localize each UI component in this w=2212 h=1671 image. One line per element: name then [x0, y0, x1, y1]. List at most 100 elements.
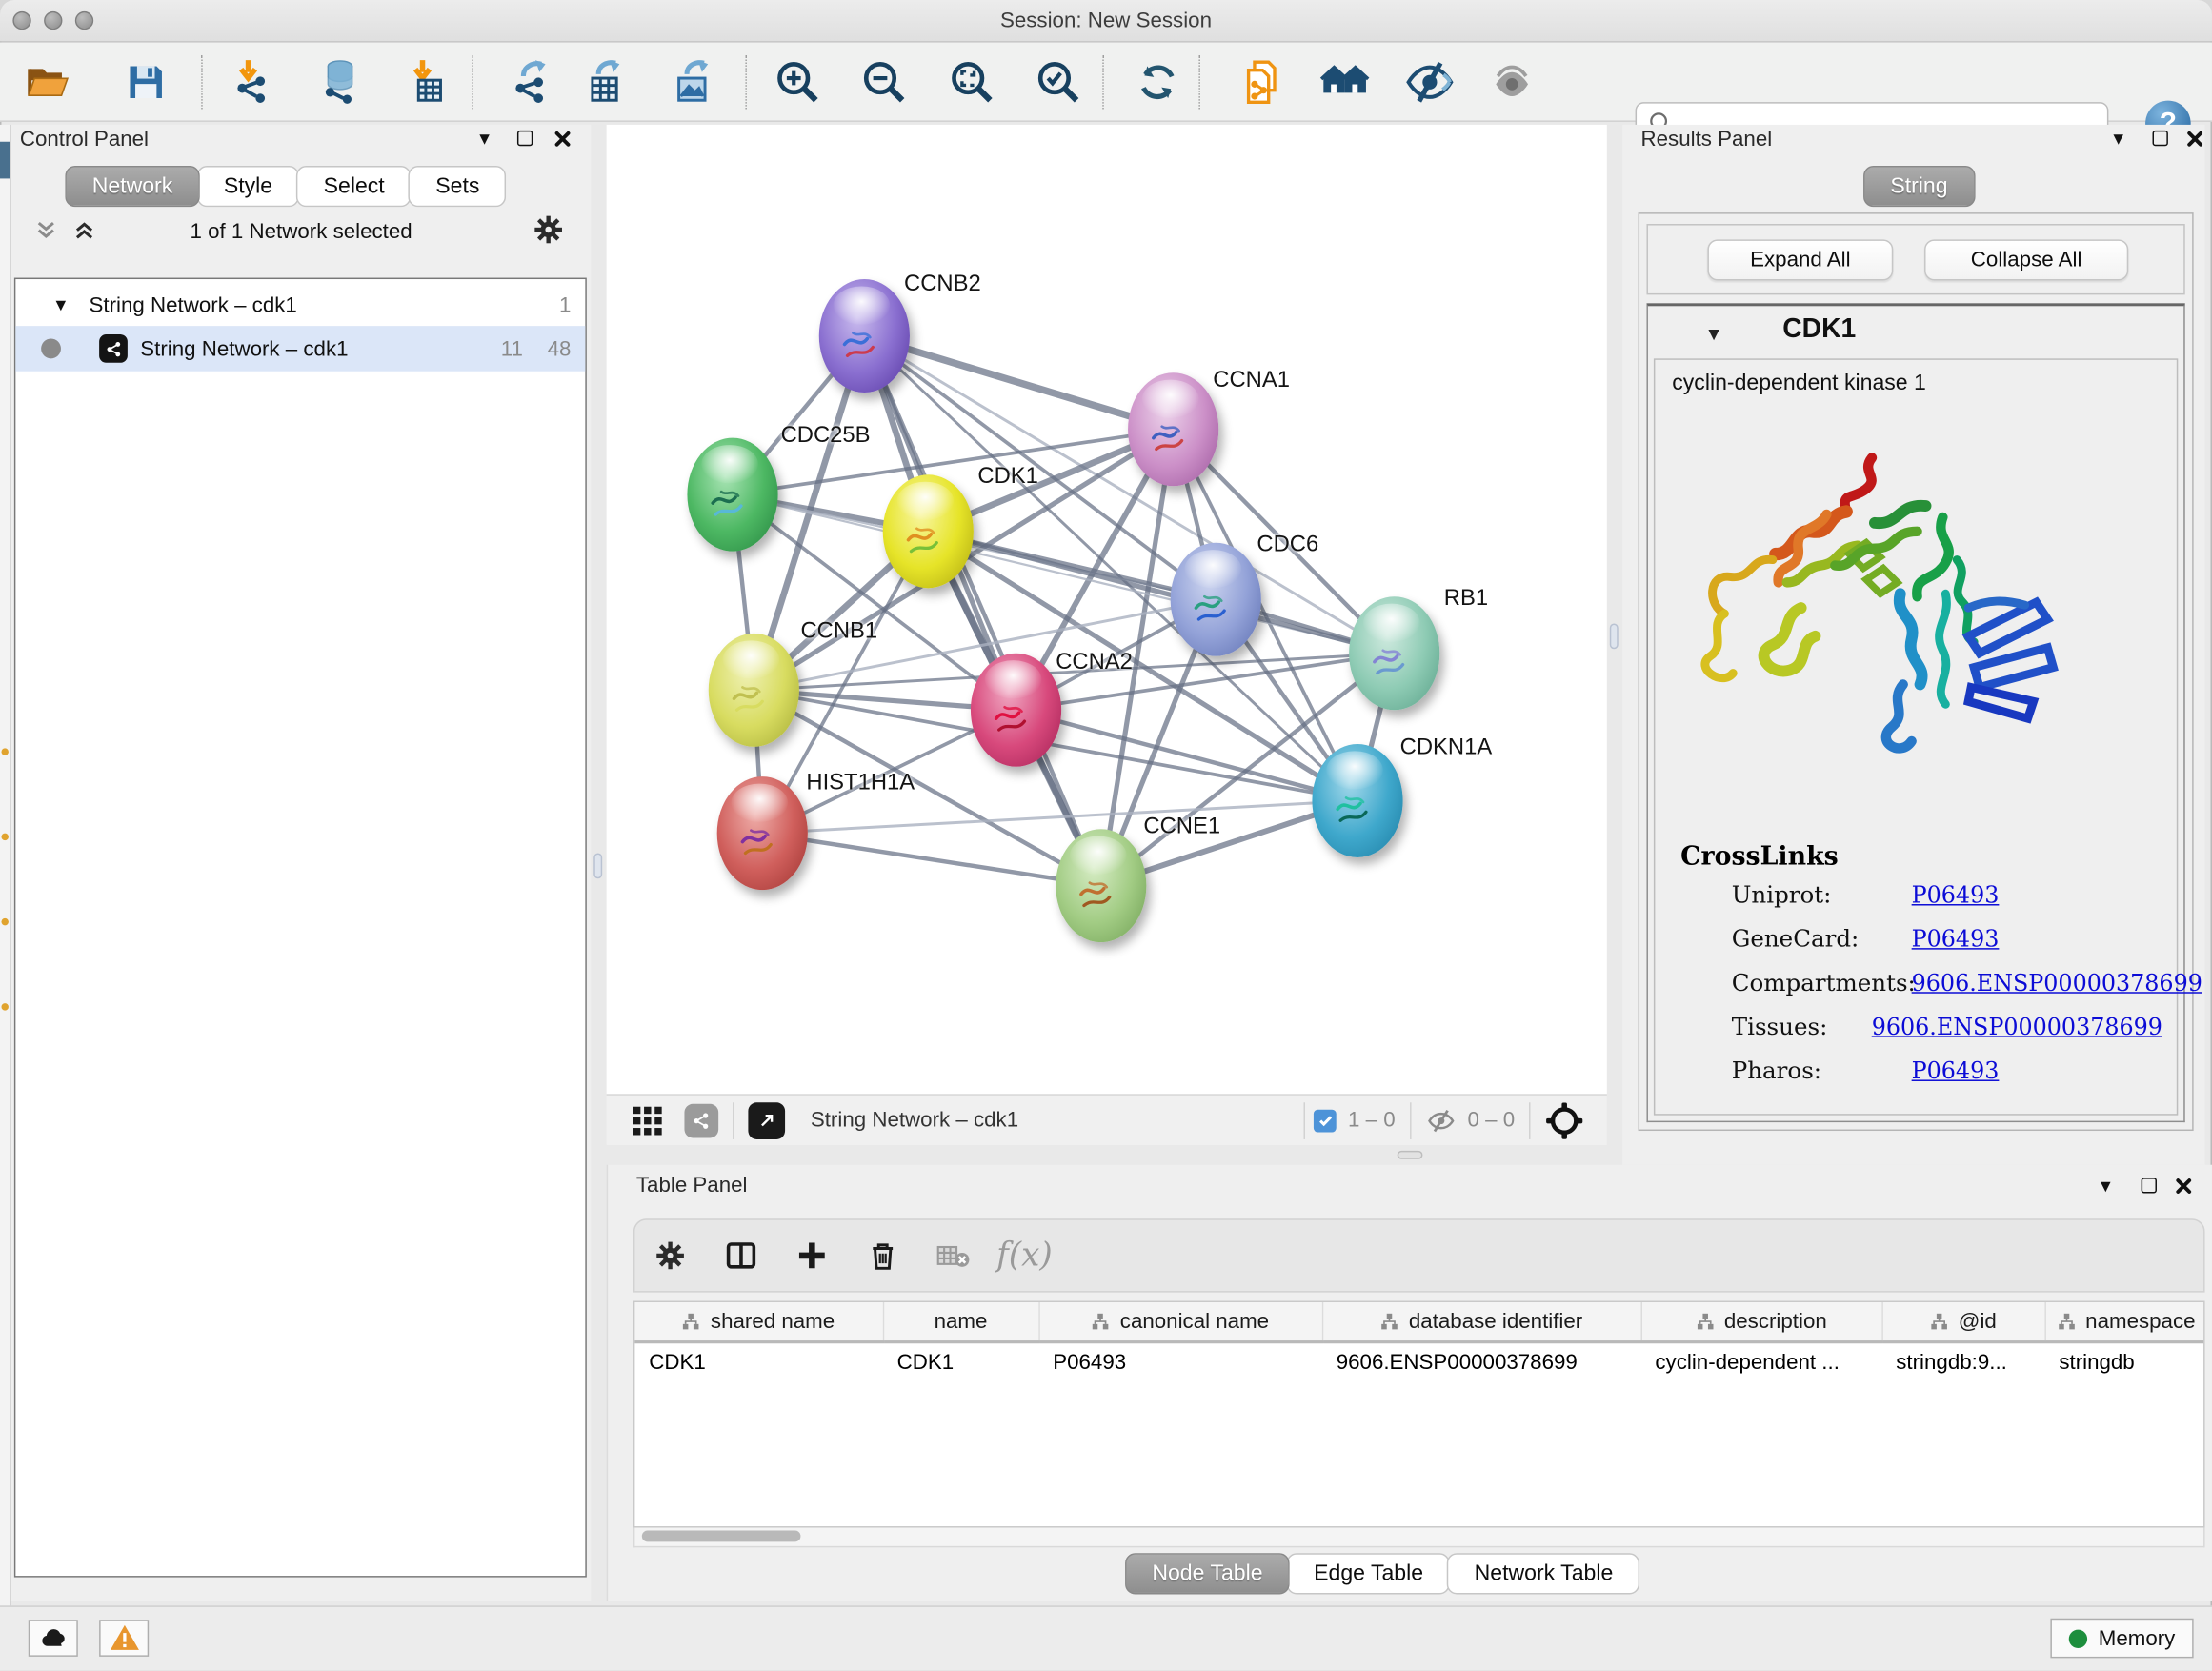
network-node-CCNE1[interactable] — [1056, 829, 1146, 942]
crosslink-link[interactable]: 9606.ENSP00000378699 — [1912, 969, 2202, 996]
add-column-icon[interactable] — [776, 1238, 847, 1273]
export-table-icon[interactable] — [578, 53, 635, 111]
column-header[interactable]: @id — [1881, 1302, 2044, 1342]
tab-network[interactable]: Network — [65, 166, 199, 207]
tab-select[interactable]: Select — [296, 166, 412, 207]
network-view-share-icon[interactable] — [684, 1103, 718, 1137]
memory-button[interactable]: Memory — [2050, 1619, 2193, 1659]
table-row[interactable]: CDK1CDK1P064939606.ENSP00000378699cyclin… — [634, 1342, 2204, 1382]
open-file-icon[interactable] — [18, 53, 74, 111]
expand-all-button[interactable]: Expand All — [1707, 239, 1893, 280]
zoom-selected-icon[interactable] — [1030, 53, 1087, 111]
table-cell[interactable]: stringdb:9... — [1881, 1342, 2044, 1382]
collapse-panel-icon[interactable]: ▼ — [2110, 129, 2127, 149]
bottom-splitter-handle[interactable] — [1398, 1151, 1423, 1159]
close-panel-icon[interactable] — [554, 131, 572, 148]
left-splitter-handle[interactable] — [593, 853, 602, 878]
column-label: @id — [1959, 1309, 1997, 1333]
cloud-button[interactable] — [29, 1620, 78, 1657]
network-node-CDC6[interactable] — [1171, 543, 1261, 656]
node-table[interactable]: shared namenamecanonical name database id… — [633, 1301, 2205, 1528]
network-node-RB1[interactable] — [1349, 596, 1439, 710]
zoom-out-icon[interactable] — [855, 53, 913, 111]
collapse-panel-icon[interactable]: ▼ — [476, 129, 493, 149]
scrollbar-thumb[interactable] — [642, 1531, 801, 1542]
close-panel-icon[interactable] — [2175, 1178, 2192, 1195]
float-panel-icon[interactable] — [2153, 131, 2168, 146]
tab-edge-table[interactable]: Edge Table — [1287, 1553, 1450, 1594]
column-label: database identifier — [1409, 1309, 1582, 1333]
show-all-icon[interactable] — [1483, 53, 1540, 111]
network-view-title: String Network – cdk1 — [811, 1108, 1018, 1132]
close-panel-icon[interactable] — [2186, 131, 2203, 148]
table-cell[interactable]: P06493 — [1038, 1342, 1321, 1382]
delete-column-icon[interactable] — [848, 1238, 918, 1273]
network-row[interactable]: String Network – cdk1 11 48 — [15, 326, 585, 372]
collapse-panel-icon[interactable]: ▼ — [2098, 1177, 2115, 1197]
birds-eye-view-icon[interactable] — [1544, 1100, 1584, 1140]
results-panel: Results Panel ▼ String Expand All Collap… — [1622, 125, 2204, 1165]
tab-sets[interactable]: Sets — [409, 166, 507, 207]
first-neighbors-icon[interactable] — [1317, 53, 1374, 111]
gene-name: CDK1 — [1782, 314, 1856, 346]
network-options-gear-icon[interactable] — [533, 214, 564, 246]
table-cell[interactable]: 9606.ENSP00000378699 — [1322, 1342, 1641, 1382]
hide-selection-icon[interactable] — [1401, 53, 1458, 111]
import-network-file-icon[interactable] — [224, 53, 281, 111]
zoom-in-icon[interactable] — [770, 53, 827, 111]
network-from-selection-icon[interactable] — [1235, 53, 1292, 111]
section-collapse-icon[interactable]: ▼ — [1704, 323, 1722, 344]
network-node-CDC25B[interactable] — [687, 438, 777, 552]
network-node-CCNA1[interactable] — [1128, 372, 1218, 486]
crosslink-link[interactable]: P06493 — [1912, 1057, 2000, 1084]
network-node-CCNA2[interactable] — [971, 654, 1061, 767]
selected-checkbox-icon[interactable] — [1314, 1109, 1337, 1132]
tab-style[interactable]: Style — [197, 166, 300, 207]
tab-string[interactable]: String — [1863, 166, 1975, 207]
network-node-HIST1H1A[interactable] — [717, 776, 808, 890]
protein-thumbnail — [988, 690, 1045, 747]
show-column-icon[interactable] — [706, 1238, 776, 1273]
export-image-icon[interactable] — [665, 53, 722, 111]
tab-network-table[interactable]: Network Table — [1447, 1553, 1639, 1594]
import-network-database-icon[interactable] — [312, 53, 369, 111]
network-node-CCNB2[interactable] — [819, 279, 910, 393]
node-label-CDK1: CDK1 — [977, 465, 1037, 491]
tab-node-table[interactable]: Node Table — [1125, 1553, 1290, 1594]
column-header[interactable]: namespace — [2044, 1302, 2204, 1342]
warnings-button[interactable] — [99, 1620, 149, 1657]
detach-view-icon[interactable] — [748, 1102, 785, 1139]
crosslink-row: Tissues:9606.ENSP00000378699 — [1732, 1014, 2162, 1040]
column-header[interactable]: canonical name — [1038, 1302, 1321, 1342]
crosslink-link[interactable]: P06493 — [1912, 881, 2000, 908]
float-panel-icon[interactable] — [2142, 1178, 2157, 1193]
zoom-fit-icon[interactable] — [944, 53, 1000, 111]
column-header[interactable]: database identifier — [1322, 1302, 1641, 1342]
crosslink-link[interactable]: 9606.ENSP00000378699 — [1872, 1014, 2162, 1040]
table-panel-title: Table Panel — [636, 1174, 748, 1198]
save-session-icon[interactable] — [117, 53, 174, 111]
network-canvas[interactable]: CCNB2CCNA1CDC25BCDK1CDC6RB1CCNB1CCNA2CDK… — [607, 125, 1607, 1094]
apply-layout-icon[interactable] — [1130, 53, 1187, 111]
export-network-icon[interactable] — [503, 53, 560, 111]
table-cell[interactable]: CDK1 — [883, 1342, 1039, 1382]
column-header[interactable]: shared name — [634, 1302, 882, 1342]
table-cell[interactable]: CDK1 — [634, 1342, 882, 1382]
table-settings-gear-icon[interactable] — [634, 1240, 705, 1272]
network-node-CDK1[interactable] — [883, 474, 974, 588]
table-cell[interactable]: stringdb — [2044, 1342, 2204, 1382]
collapse-all-button[interactable]: Collapse All — [1924, 239, 2128, 280]
collection-expand-icon[interactable]: ▼ — [52, 294, 70, 314]
grid-view-icon[interactable] — [631, 1103, 665, 1137]
column-header[interactable]: description — [1641, 1302, 1882, 1342]
network-collection-row[interactable]: ▼ String Network – cdk1 1 — [15, 284, 585, 327]
import-table-file-icon[interactable] — [398, 53, 455, 111]
table-cell[interactable]: cyclin-dependent ... — [1641, 1342, 1882, 1382]
right-splitter-handle[interactable] — [1610, 624, 1619, 650]
network-node-CCNB1[interactable] — [709, 634, 799, 747]
table-horizontal-scrollbar[interactable] — [633, 1528, 2205, 1548]
network-node-CDKN1A[interactable] — [1312, 744, 1402, 857]
crosslink-link[interactable]: P06493 — [1912, 925, 2000, 952]
column-header[interactable]: name — [883, 1302, 1039, 1342]
float-panel-icon[interactable] — [517, 131, 533, 146]
